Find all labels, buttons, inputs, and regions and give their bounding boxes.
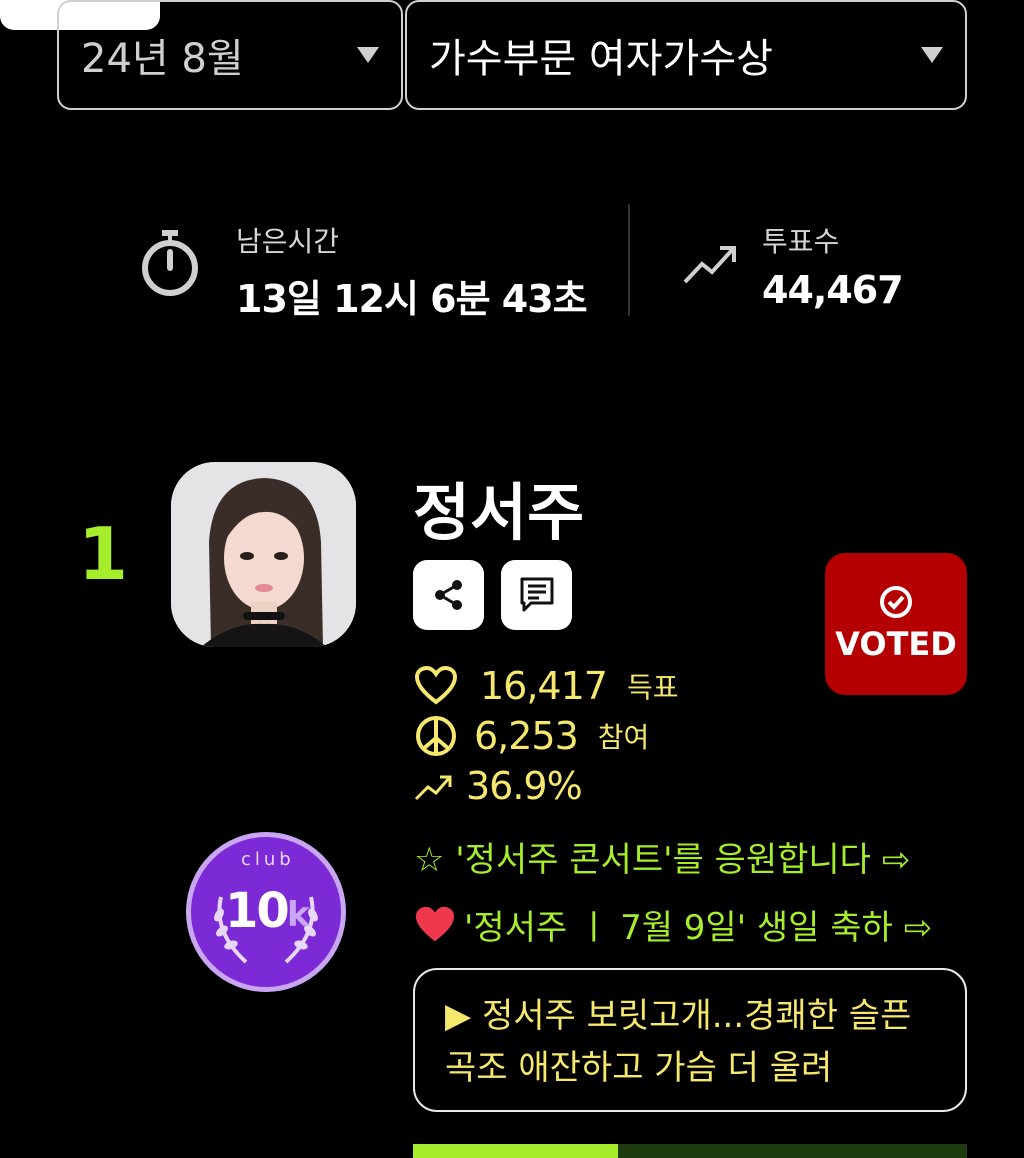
news-headline-text: ▶ 정서주 보릿고개...경쾌한 슬픈 곡조 애잔하고 가슴 더 울려 [445, 996, 912, 1088]
cheer-link-birthday[interactable]: '정서주 ㅣ 7월 9일' 생일 축하 ⇨ [414, 900, 932, 949]
participants-unit: 참여 [597, 721, 650, 754]
candidate-name: 정서주 [413, 476, 585, 549]
badge-main-text: 10 [225, 883, 290, 939]
peace-icon [416, 716, 456, 756]
share-icon [434, 580, 462, 610]
stopwatch-icon [142, 230, 198, 296]
vote-progress-fill [413, 1144, 618, 1158]
stats-divider [628, 204, 630, 316]
comment-button[interactable] [501, 560, 572, 630]
period-select[interactable]: 24년 8월 [57, 0, 403, 110]
cheer-link-birthday-text: '정서주 ㅣ 7월 9일' 생일 축하 ⇨ [464, 908, 933, 948]
news-headline-box[interactable]: ▶ 정서주 보릿고개...경쾌한 슬픈 곡조 애잔하고 가슴 더 울려 [413, 968, 967, 1112]
time-left-value: 13일 12시 6분 43초 [236, 277, 588, 321]
avatar-portrait [171, 462, 356, 647]
cheer-link-concert[interactable]: ☆ '정서주 콘서트'를 응원합니다 ⇨ [414, 832, 910, 881]
percent-metric: 36.9% [414, 764, 583, 808]
voted-button[interactable]: VOTED [825, 553, 967, 695]
voted-label: VOTED [835, 625, 957, 663]
participants-count: 6,253 [474, 714, 579, 758]
check-circle-icon [880, 586, 912, 618]
chevron-down-icon [921, 47, 943, 63]
category-select[interactable]: 가수부문 여자가수상 [405, 0, 967, 110]
cheer-link-concert-text: ☆ '정서주 콘서트'를 응원합니다 ⇨ [414, 840, 911, 880]
badge-top-text: club [241, 849, 295, 870]
votes-value: 44,467 [762, 268, 904, 312]
trend-up-icon [683, 246, 736, 284]
chevron-down-icon [357, 47, 379, 63]
votes-label: 투표수 [762, 225, 840, 258]
time-left-label: 남은시간 [236, 225, 340, 258]
candidate-photo[interactable] [171, 462, 356, 647]
comment-icon [520, 577, 553, 612]
heart-icon [414, 666, 458, 705]
period-select-value: 24년 8월 [81, 36, 244, 82]
votes-unit: 득표 [626, 671, 679, 704]
percent-value: 36.9% [466, 764, 583, 808]
club-badge: club 10 k [186, 832, 346, 992]
share-button[interactable] [413, 560, 484, 630]
badge-suffix-text: k [287, 895, 310, 935]
votes-metric: 16,417 득표 [414, 664, 679, 708]
rank-number: 1 [78, 512, 129, 596]
trend-up-icon [414, 775, 452, 801]
category-select-value: 가수부문 여자가수상 [429, 36, 773, 82]
heart-emoji-icon [415, 906, 455, 941]
votes-count: 16,417 [480, 664, 608, 708]
participants-metric: 6,253 참여 [414, 714, 649, 758]
